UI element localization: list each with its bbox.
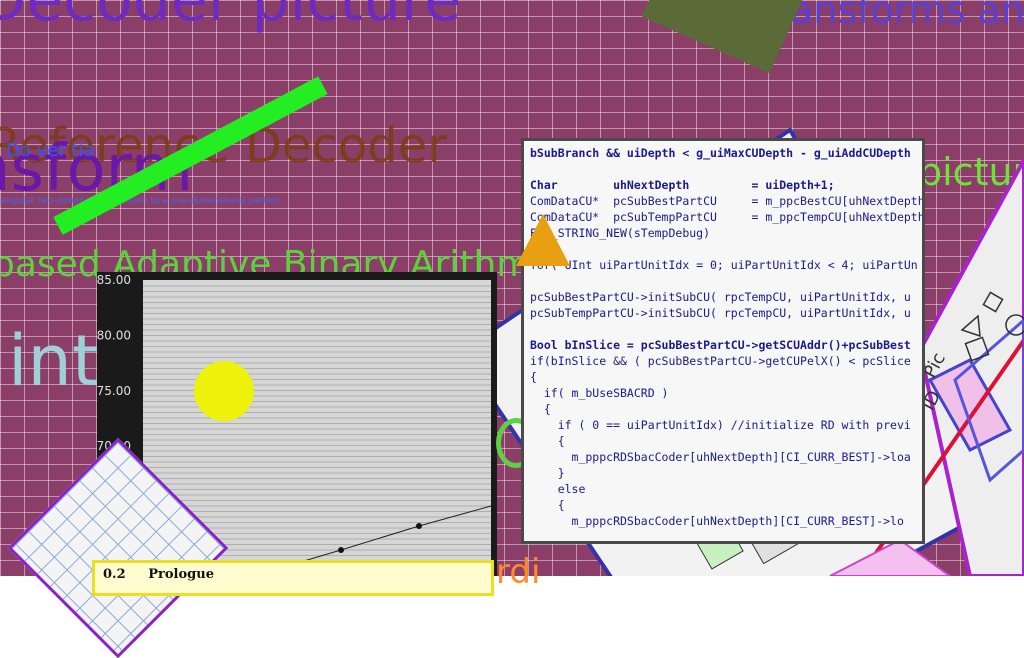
doc-title: 0.2 Prologue <box>103 567 214 582</box>
code-line: ComDataCU* pcSubBestPartCU = m_ppcBestCU… <box>530 194 925 208</box>
code-line: { <box>530 434 565 448</box>
top-text: Decoder picture <box>0 0 462 35</box>
code-line: { <box>530 370 537 384</box>
data-point-1 <box>338 547 344 553</box>
code-line: } <box>530 466 565 480</box>
code-line: for( UInt uiPartUnitIdx = 0; uiPartUnitI… <box>530 258 918 272</box>
code-line: { <box>530 498 565 512</box>
data-point-2 <box>416 523 422 529</box>
code-line: pcSubTempPartCU->initSubCU( rpcTempCU, u… <box>530 306 911 320</box>
code-line: if( m_bUseSBACRD ) <box>530 386 669 400</box>
code-line: m_pppcRDSbacCoder[uhNextDepth][CI_CURR_B… <box>530 514 904 528</box>
code-line: if(bInSlice && ( pcSubBestPartCU->getCUP… <box>530 354 911 368</box>
code-line: { <box>530 402 551 416</box>
code-line: EOS_STRING_NEW(sTempDebug) <box>530 226 711 240</box>
y-tick-label: 85.00 <box>97 273 131 287</box>
small-blue-text: Do ver tia <box>6 140 95 161</box>
code-line: m_pppcRDSbacCoder[uhNextDepth][CI_CURR_B… <box>530 450 911 464</box>
code-line: if ( 0 == uiPartUnitIdx) //initialize RD… <box>530 418 911 432</box>
small-caption: angular two-dimensional pattern to a one… <box>0 196 282 206</box>
top-right-text: ansforms an <box>790 0 1024 32</box>
code-line: pcSubBestPartCU->initSubCU( rpcTempCU, u… <box>530 290 911 304</box>
orange-triangle <box>516 214 570 266</box>
code-block: bSubBranch && uiDepth < g_uiMaxCUDepth -… <box>530 145 925 529</box>
doc-strip: 0.2 Prologue <box>92 560 494 596</box>
code-line: bSubBranch && uiDepth < g_uiMaxCUDepth -… <box>530 146 911 160</box>
code-line: Bool bInSlice = pcSubBestPartCU->getSCUA… <box>530 338 911 352</box>
code-line: else <box>530 482 586 496</box>
y-tick-label: 80.00 <box>97 328 131 342</box>
code-line: Char uhNextDepth = uiDepth+1; <box>530 178 835 192</box>
yellow-circle <box>194 361 254 421</box>
code-line: ComDataCU* pcSubTempPartCU = m_ppcTempCU… <box>530 210 925 224</box>
int-text: int <box>8 320 100 402</box>
code-panel: bSubBranch && uiDepth < g_uiMaxCUDepth -… <box>521 138 925 544</box>
y-tick-label: 75.00 <box>97 384 131 398</box>
